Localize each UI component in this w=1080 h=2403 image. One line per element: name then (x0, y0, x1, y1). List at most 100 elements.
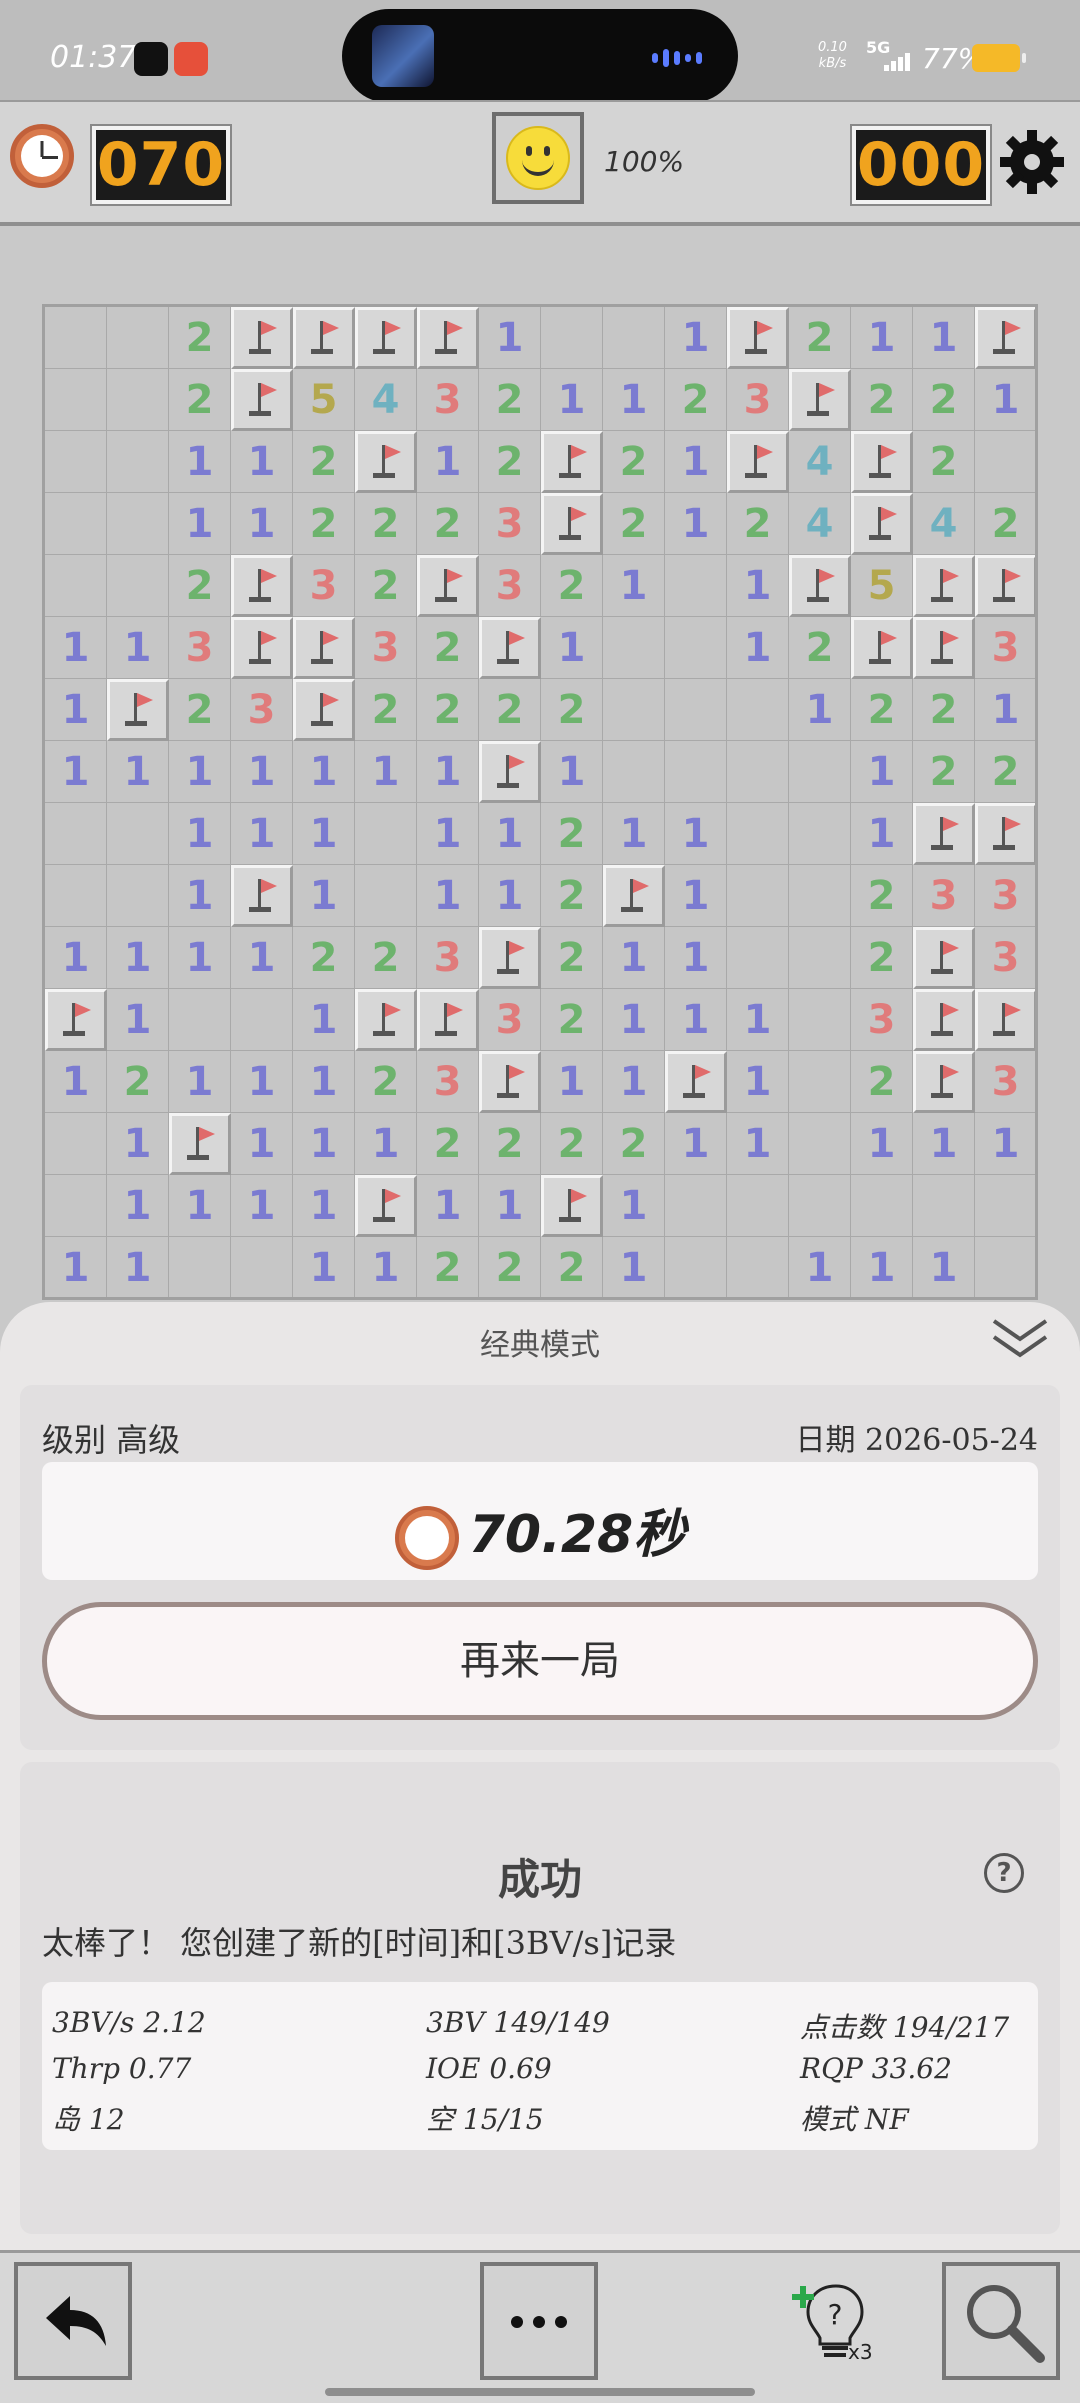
number-cell[interactable]: 1 (665, 431, 727, 493)
flag-cell[interactable] (417, 307, 479, 369)
number-cell[interactable]: 5 (851, 555, 913, 617)
flag-cell[interactable] (231, 617, 293, 679)
number-cell[interactable]: 3 (975, 927, 1035, 989)
number-cell[interactable]: 2 (665, 369, 727, 431)
number-cell[interactable]: 2 (541, 989, 603, 1051)
flag-cell[interactable] (727, 307, 789, 369)
flag-cell[interactable] (541, 1175, 603, 1237)
number-cell[interactable]: 2 (541, 927, 603, 989)
number-cell[interactable]: 1 (789, 679, 851, 741)
number-cell[interactable]: 1 (417, 1175, 479, 1237)
number-cell[interactable]: 1 (107, 927, 169, 989)
number-cell[interactable]: 1 (665, 493, 727, 555)
number-cell[interactable]: 1 (355, 741, 417, 803)
number-cell[interactable]: 1 (665, 307, 727, 369)
empty-cell[interactable] (541, 307, 603, 369)
empty-cell[interactable] (727, 865, 789, 927)
number-cell[interactable]: 3 (727, 369, 789, 431)
number-cell[interactable]: 1 (107, 1175, 169, 1237)
empty-cell[interactable] (727, 741, 789, 803)
flag-cell[interactable] (479, 741, 541, 803)
number-cell[interactable]: 1 (169, 927, 231, 989)
flag-cell[interactable] (355, 989, 417, 1051)
number-cell[interactable]: 2 (975, 741, 1035, 803)
empty-cell[interactable] (665, 1237, 727, 1297)
number-cell[interactable]: 1 (913, 1237, 975, 1297)
empty-cell[interactable] (603, 741, 665, 803)
number-cell[interactable]: 1 (851, 1113, 913, 1175)
flag-cell[interactable] (913, 803, 975, 865)
number-cell[interactable]: 1 (293, 865, 355, 927)
number-cell[interactable]: 2 (417, 493, 479, 555)
empty-cell[interactable] (665, 741, 727, 803)
empty-cell[interactable] (107, 307, 169, 369)
empty-cell[interactable] (603, 679, 665, 741)
number-cell[interactable]: 5 (293, 369, 355, 431)
number-cell[interactable]: 1 (913, 307, 975, 369)
empty-cell[interactable] (789, 927, 851, 989)
number-cell[interactable]: 1 (231, 1113, 293, 1175)
number-cell[interactable]: 1 (479, 803, 541, 865)
number-cell[interactable]: 2 (479, 431, 541, 493)
number-cell[interactable]: 1 (417, 865, 479, 927)
number-cell[interactable]: 1 (975, 679, 1035, 741)
number-cell[interactable]: 1 (107, 1113, 169, 1175)
flag-cell[interactable] (355, 1175, 417, 1237)
number-cell[interactable]: 1 (293, 989, 355, 1051)
number-cell[interactable]: 1 (355, 1237, 417, 1297)
empty-cell[interactable] (975, 1237, 1035, 1297)
flag-cell[interactable] (479, 617, 541, 679)
number-cell[interactable]: 2 (913, 369, 975, 431)
number-cell[interactable]: 2 (479, 679, 541, 741)
number-cell[interactable]: 1 (603, 1237, 665, 1297)
number-cell[interactable]: 1 (417, 741, 479, 803)
number-cell[interactable]: 2 (417, 1237, 479, 1297)
empty-cell[interactable] (45, 1175, 107, 1237)
empty-cell[interactable] (107, 493, 169, 555)
number-cell[interactable]: 3 (417, 1051, 479, 1113)
flag-cell[interactable] (851, 431, 913, 493)
number-cell[interactable]: 1 (231, 1051, 293, 1113)
number-cell[interactable]: 3 (975, 1051, 1035, 1113)
empty-cell[interactable] (789, 865, 851, 927)
empty-cell[interactable] (727, 679, 789, 741)
number-cell[interactable]: 1 (231, 493, 293, 555)
number-cell[interactable]: 1 (293, 1175, 355, 1237)
empty-cell[interactable] (107, 555, 169, 617)
number-cell[interactable]: 1 (665, 865, 727, 927)
help-icon[interactable]: ? (984, 1853, 1024, 1893)
number-cell[interactable]: 2 (107, 1051, 169, 1113)
number-cell[interactable]: 2 (417, 1113, 479, 1175)
number-cell[interactable]: 3 (231, 679, 293, 741)
flag-cell[interactable] (417, 555, 479, 617)
number-cell[interactable]: 3 (975, 865, 1035, 927)
empty-cell[interactable] (913, 1175, 975, 1237)
number-cell[interactable]: 1 (851, 803, 913, 865)
empty-cell[interactable] (169, 989, 231, 1051)
empty-cell[interactable] (603, 307, 665, 369)
empty-cell[interactable] (231, 989, 293, 1051)
home-indicator[interactable] (325, 2388, 755, 2396)
number-cell[interactable]: 2 (169, 679, 231, 741)
number-cell[interactable]: 2 (913, 679, 975, 741)
number-cell[interactable]: 1 (231, 741, 293, 803)
number-cell[interactable]: 1 (293, 741, 355, 803)
empty-cell[interactable] (45, 431, 107, 493)
number-cell[interactable]: 1 (665, 989, 727, 1051)
flag-cell[interactable] (293, 307, 355, 369)
number-cell[interactable]: 1 (789, 1237, 851, 1297)
flag-cell[interactable] (231, 307, 293, 369)
number-cell[interactable]: 2 (541, 803, 603, 865)
number-cell[interactable]: 2 (479, 1237, 541, 1297)
number-cell[interactable]: 2 (293, 431, 355, 493)
number-cell[interactable]: 2 (541, 865, 603, 927)
number-cell[interactable]: 1 (541, 1051, 603, 1113)
empty-cell[interactable] (45, 803, 107, 865)
number-cell[interactable]: 1 (293, 803, 355, 865)
number-cell[interactable]: 1 (603, 1175, 665, 1237)
number-cell[interactable]: 1 (665, 1113, 727, 1175)
number-cell[interactable]: 1 (913, 1113, 975, 1175)
number-cell[interactable]: 3 (479, 989, 541, 1051)
minesweeper-board[interactable]: 2112112543211232211121221421122232124422… (42, 304, 1038, 1300)
empty-cell[interactable] (665, 555, 727, 617)
